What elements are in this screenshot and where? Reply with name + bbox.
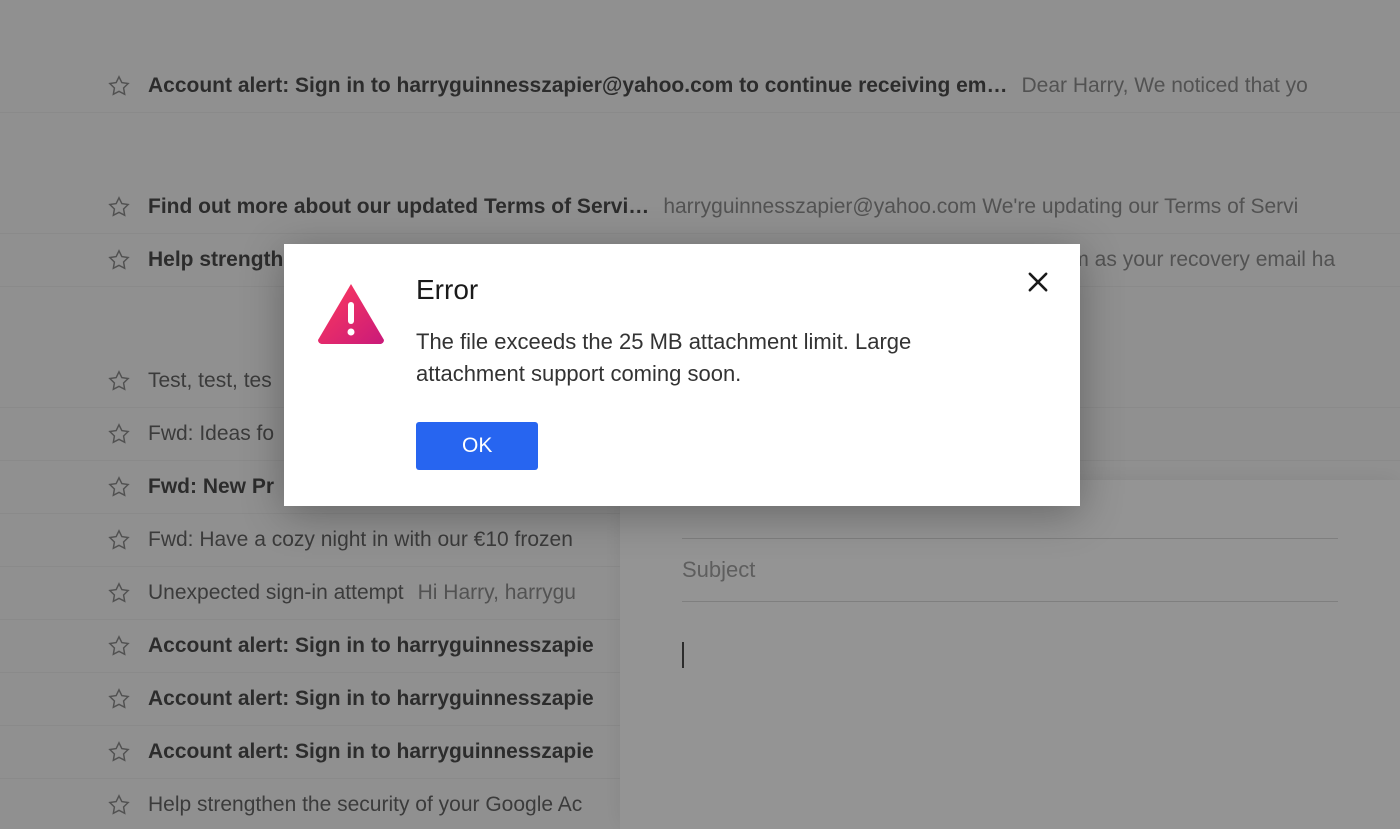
error-modal: Error The file exceeds the 25 MB attachm… <box>284 244 1080 506</box>
warning-triangle-icon <box>316 282 386 344</box>
modal-message: The file exceeds the 25 MB attachment li… <box>416 326 976 390</box>
ok-button[interactable]: OK <box>416 422 538 470</box>
modal-title: Error <box>416 274 1046 306</box>
close-icon[interactable] <box>1024 268 1052 296</box>
